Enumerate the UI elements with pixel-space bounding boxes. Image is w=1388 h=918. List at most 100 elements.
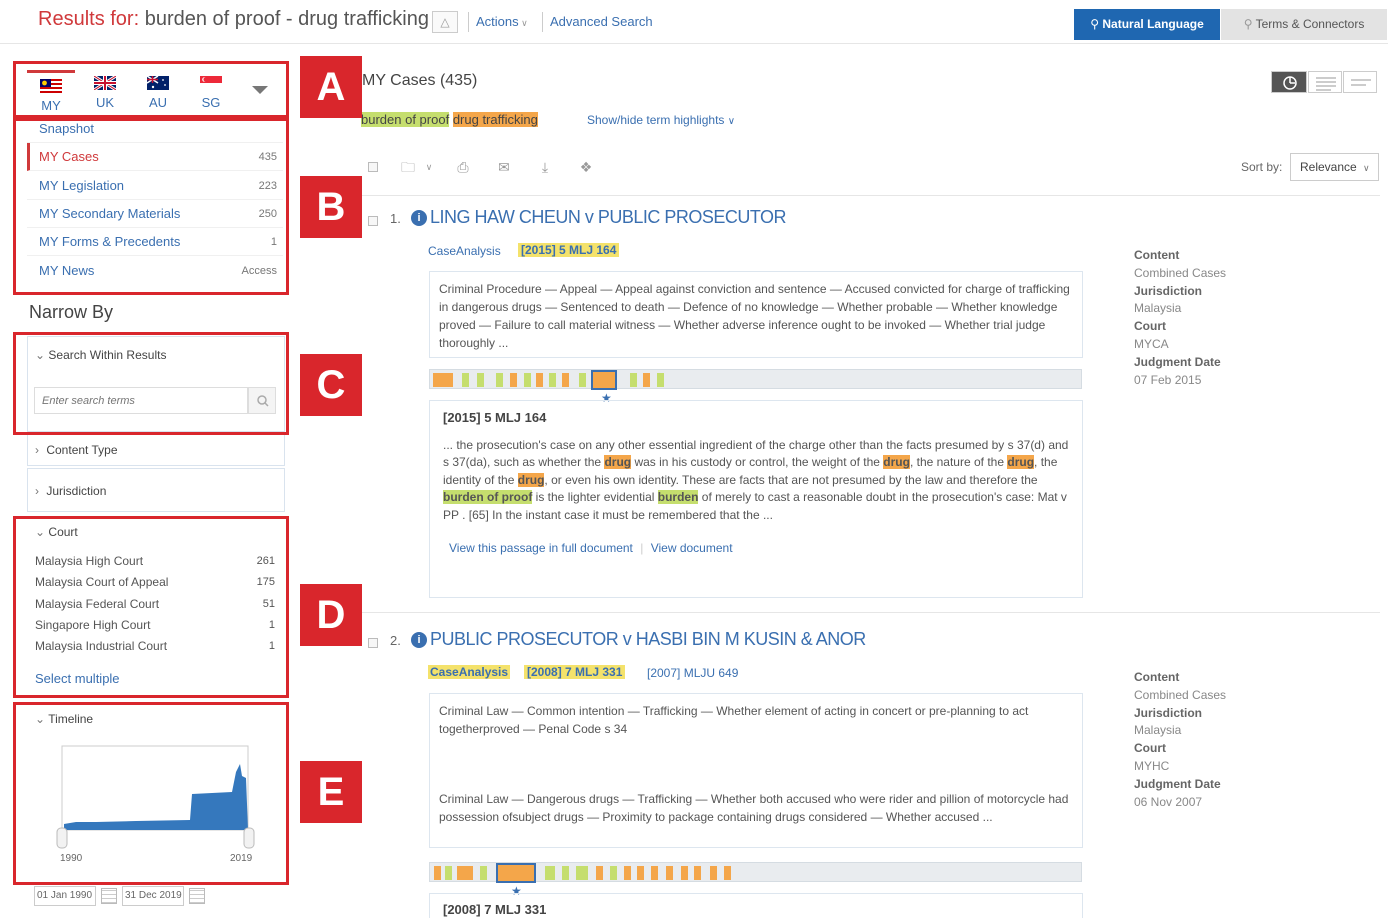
highlight-term: drug: [1007, 455, 1035, 470]
view-document-link[interactable]: View document: [651, 541, 733, 555]
result-metadata: Content Combined Cases Jurisdiction Mala…: [1134, 247, 1226, 389]
citation-link[interactable]: [2007] MLJU 649: [647, 666, 738, 680]
case-analysis-link[interactable]: CaseAnalysis: [428, 244, 501, 258]
passage-links: View this passage in full document | Vie…: [443, 540, 1069, 558]
annotation-badge-a: A: [300, 56, 362, 118]
meta-value: Combined Cases: [1134, 687, 1227, 702]
sort-value: Relevance: [1300, 160, 1357, 174]
result-title-link[interactable]: PUBLIC PROSECUTOR v HASBI BIN M KUSIN & …: [430, 629, 866, 650]
list-icon: [1316, 77, 1336, 91]
meta-value: Malaysia: [1134, 301, 1182, 316]
chevron-right-icon: ›: [35, 484, 39, 498]
summary-paragraph: Criminal Law — Common intention — Traffi…: [439, 704, 1029, 736]
meta-value: Combined Cases: [1134, 265, 1227, 280]
actions-menu[interactable]: Actions ∨: [476, 14, 528, 29]
results-title: Results for: burden of proof - drug traf…: [38, 8, 429, 31]
sort-dropdown[interactable]: Relevance ∨: [1290, 153, 1379, 181]
chevron-down-icon: ∨: [1363, 163, 1370, 173]
calendar-icon[interactable]: [101, 888, 117, 904]
calendar-icon[interactable]: [189, 888, 205, 904]
chevron-right-icon: ›: [35, 443, 39, 457]
summary-paragraph: Criminal Law — Dangerous drugs — Traffic…: [439, 792, 1069, 824]
hit-map-bar[interactable]: [429, 369, 1082, 390]
folder-icon[interactable]: 🗀: [398, 158, 418, 176]
passage-citation: [2008] 7 MLJ 331: [443, 902, 547, 917]
view-passage-link[interactable]: View this passage in full document: [449, 541, 633, 555]
meta-label: Jurisdiction: [1134, 283, 1203, 298]
passage-fragment: is the lighter evidential: [535, 490, 655, 505]
date-from-field[interactable]: 01 Jan 1990: [34, 886, 96, 906]
info-icon[interactable]: i: [411, 632, 427, 648]
link-separator: |: [640, 540, 644, 555]
result-number: 2.: [390, 633, 401, 648]
terms-connectors-button[interactable]: ⚲ Terms & Connectors: [1221, 9, 1387, 40]
date-to-field[interactable]: 31 Dec 2019: [122, 886, 184, 906]
annotation-box-d: [13, 516, 289, 698]
term-burden-of-proof[interactable]: burden of proof: [361, 112, 450, 127]
actions-label: Actions: [476, 14, 519, 29]
select-all-checkbox[interactable]: [368, 162, 378, 172]
show-hide-label: Show/hide term highlights: [587, 113, 725, 127]
passage-excerpt: [2015] 5 MLJ 164 ... the prosecution's c…: [429, 400, 1083, 598]
highlight-term: burden: [657, 490, 699, 505]
citation-link[interactable]: [2015] 5 MLJ 164: [518, 243, 620, 257]
result-metadata: Content Combined Cases Jurisdiction Mala…: [1134, 669, 1226, 811]
content-type-toggle[interactable]: › Content Type: [35, 443, 118, 457]
annotation-badge-c: C: [300, 354, 362, 416]
highlight-term: drug: [517, 472, 545, 487]
page-title: MY Cases (435): [362, 72, 478, 89]
term-drug-trafficking[interactable]: drug trafficking: [452, 112, 538, 127]
citation-link[interactable]: [2008] 7 MLJ 331: [524, 665, 626, 679]
list-compact-view-button[interactable]: [1343, 71, 1377, 93]
meta-value: MYCA: [1134, 336, 1169, 351]
meta-label: Judgment Date: [1134, 354, 1221, 369]
meta-label: Content: [1134, 670, 1180, 684]
passage-citation: [2015] 5 MLJ 164: [443, 410, 547, 425]
info-icon[interactable]: i: [411, 210, 427, 226]
chevron-down-icon: ∨: [518, 18, 528, 28]
meta-label: Judgment Date: [1134, 776, 1221, 791]
passage-fragment: , the nature of the: [909, 455, 1005, 470]
meta-value: MYHC: [1134, 758, 1170, 773]
chevron-down-icon[interactable]: ∨: [419, 158, 439, 176]
search-query: burden of proof - drug trafficking: [144, 8, 429, 30]
narrow-by-heading: Narrow By: [29, 302, 114, 322]
terms-connectors-label: Terms & Connectors: [1255, 17, 1365, 31]
natural-language-label: Natural Language: [1102, 17, 1204, 31]
result-title-link[interactable]: LING HAW CHEUN v PUBLIC PROSECUTOR: [430, 207, 787, 228]
result-checkbox[interactable]: [368, 216, 378, 226]
annotation-box-b: [13, 118, 289, 295]
results-for-label: Results for:: [38, 8, 140, 30]
annotation-badge-d: D: [300, 584, 362, 646]
natural-language-button[interactable]: ⚲ Natural Language: [1074, 9, 1220, 40]
download-icon[interactable]: ⤓: [535, 158, 555, 176]
chevron-down-icon: ∨: [727, 116, 736, 127]
annotation-badge-e: E: [300, 761, 362, 823]
case-analysis-link[interactable]: CaseAnalysis: [428, 665, 511, 679]
hit-map-bar[interactable]: [429, 862, 1082, 883]
email-icon[interactable]: ✉: [494, 158, 514, 176]
annotation-box-e: [13, 702, 289, 885]
dropbox-icon[interactable]: ❖: [576, 158, 596, 176]
print-icon[interactable]: ⎙: [453, 158, 473, 176]
meta-label: Content: [1134, 248, 1180, 262]
lines-icon: [1351, 79, 1371, 86]
result-checkbox[interactable]: [368, 638, 378, 648]
advanced-search-link[interactable]: Advanced Search: [550, 14, 653, 29]
meta-value: Malaysia: [1134, 723, 1182, 738]
result-number: 1.: [390, 211, 401, 226]
meta-value: 07 Feb 2015: [1134, 372, 1202, 387]
passage-excerpt: [2008] 7 MLJ 331: [429, 893, 1083, 918]
show-hide-highlights-toggle[interactable]: Show/hide term highlights ∨: [587, 113, 735, 127]
meta-label: Court: [1134, 741, 1166, 756]
highlight-term: drug: [883, 455, 910, 470]
annotation-box-c: [13, 332, 289, 435]
bell-icon[interactable]: △: [432, 11, 458, 33]
chart-view-button[interactable]: [1271, 71, 1307, 93]
search-icon: ⚲: [1090, 17, 1100, 31]
result-summary: Criminal Procedure — Appeal — Appeal aga…: [429, 271, 1083, 358]
jurisdiction-toggle[interactable]: › Jurisdiction: [35, 484, 106, 498]
result-summary: Criminal Law — Common intention — Traffi…: [429, 693, 1083, 848]
term-highlights: burden of proof drug trafficking: [361, 112, 538, 127]
list-detail-view-button[interactable]: [1308, 71, 1342, 93]
